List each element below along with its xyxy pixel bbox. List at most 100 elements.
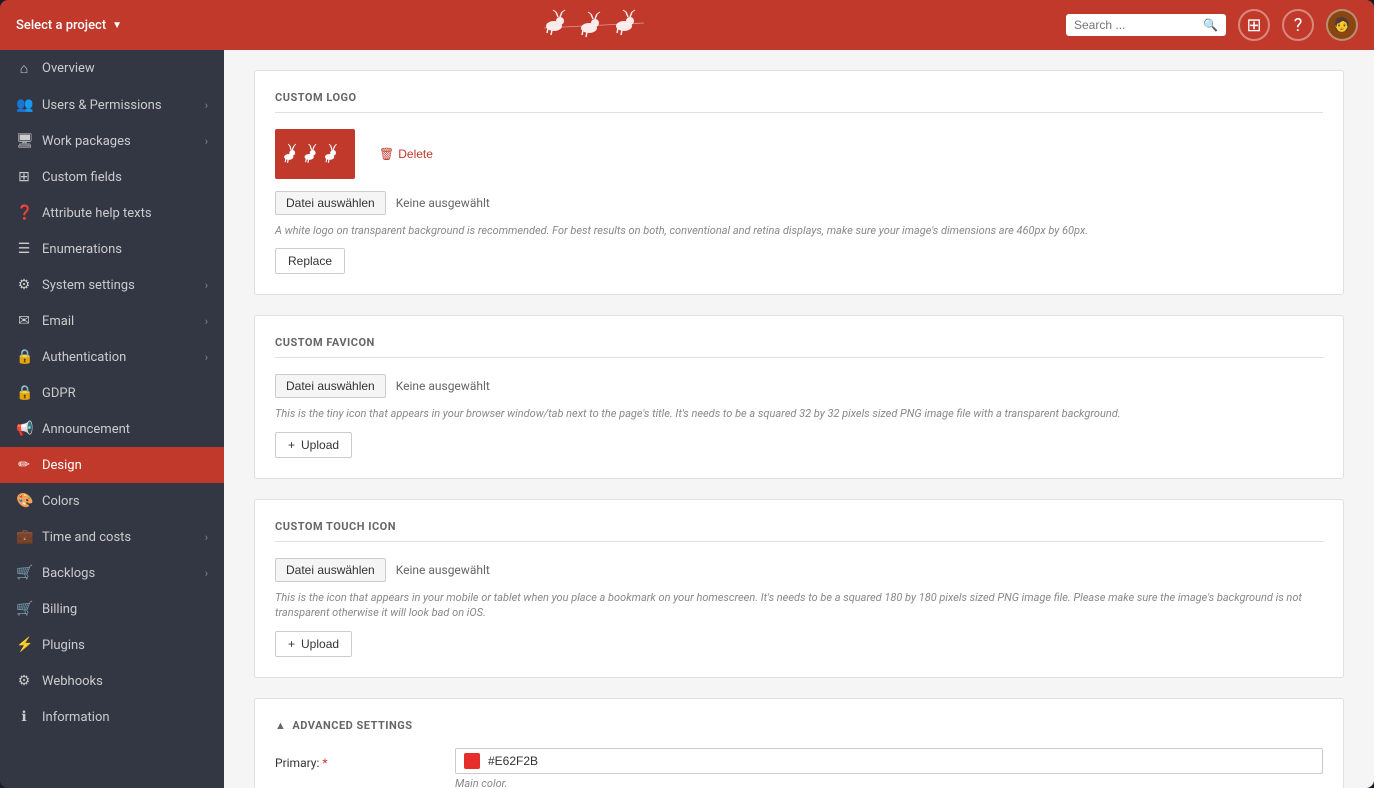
plugin-icon: ⚡ — [16, 637, 32, 653]
pencil-icon: ✏ — [16, 457, 32, 473]
sidebar-item-label: Custom fields — [42, 170, 208, 185]
sidebar-item-plugins[interactable]: ⚡ Plugins — [0, 627, 224, 663]
sidebar-item-label: Email — [42, 314, 195, 329]
custom-favicon-section: CUSTOM FAVICON Datei auswählen Keine aus… — [254, 315, 1344, 478]
sidebar-item-attribute-help-texts[interactable]: ❓ Attribute help texts — [0, 195, 224, 231]
palette-icon: 🎨 — [16, 493, 32, 509]
chevron-down-icon: ▼ — [112, 20, 122, 31]
sidebar-item-label: GDPR — [42, 386, 208, 401]
plus-icon: + — [288, 637, 295, 651]
sidebar-item-label: Time and costs — [42, 530, 195, 545]
sidebar-item-label: Announcement — [42, 422, 208, 437]
monitor-icon: 🖥 — [16, 133, 32, 149]
gear-icon: ⚙ — [16, 277, 32, 293]
sidebar-item-announcement[interactable]: 📢 Announcement — [0, 411, 224, 447]
sidebar-item-label: Authentication — [42, 350, 195, 365]
sidebar-item-colors[interactable]: 🎨 Colors — [0, 483, 224, 519]
choose-favicon-file-button[interactable]: Datei auswählen — [275, 374, 386, 398]
sidebar-item-backlogs[interactable]: 🛒 Backlogs › — [0, 555, 224, 591]
help-circle-icon: ❓ — [16, 205, 32, 221]
sidebar-item-label: Overview — [42, 61, 208, 76]
arrow-icon: › — [205, 351, 208, 364]
touch-icon-file-name-label: Keine ausgewählt — [396, 563, 490, 577]
sidebar-item-work-packages[interactable]: 🖥 Work packages › — [0, 123, 224, 159]
primary-color-swatch[interactable] — [464, 753, 480, 769]
sidebar-item-label: Enumerations — [42, 242, 208, 257]
file-name-label: Keine ausgewählt — [396, 196, 490, 210]
project-selector[interactable]: Select a project ▼ — [16, 18, 122, 33]
sidebar-item-users-permissions[interactable]: 👥 Users & Permissions › — [0, 87, 224, 123]
list-icon: ☰ — [16, 241, 32, 257]
sidebar-item-label: Users & Permissions — [42, 98, 195, 113]
primary-color-row: Primary: * Main color. — [275, 748, 1323, 788]
required-marker: * — [322, 756, 327, 770]
choose-touch-icon-file-button[interactable]: Datei auswählen — [275, 558, 386, 582]
sidebar-item-enumerations[interactable]: ☰ Enumerations — [0, 231, 224, 267]
sidebar-item-overview[interactable]: ⌂ Overview — [0, 50, 224, 87]
sidebar-item-design[interactable]: ✏ Design — [0, 447, 224, 483]
sidebar-item-email[interactable]: ✉ Email › — [0, 303, 224, 339]
primary-color-input[interactable] — [488, 754, 1314, 768]
touch-icon-hint: This is the icon that appears in your mo… — [275, 590, 1323, 621]
briefcase-icon: 💼 — [16, 529, 32, 545]
app-wrapper: Select a project ▼ — [0, 0, 1374, 788]
top-bar: Select a project ▼ — [0, 0, 1374, 50]
logo-row: 🗑 Delete — [275, 129, 1323, 179]
advanced-settings-section: ▲ ADVANCED SETTINGS Primary: * Main colo… — [254, 698, 1344, 788]
logo-area — [534, 8, 654, 43]
grid-icon: ⊞ — [16, 169, 32, 185]
search-icon: 🔍 — [1203, 18, 1218, 32]
sidebar-item-billing[interactable]: 🛒 Billing — [0, 591, 224, 627]
favicon-file-row: Datei auswählen Keine ausgewählt — [275, 374, 1323, 398]
sidebar-item-authentication[interactable]: 🔒 Authentication › — [0, 339, 224, 375]
grid-icon[interactable]: ⊞ — [1238, 9, 1270, 41]
help-icon[interactable]: ? — [1282, 9, 1314, 41]
webhook-icon: ⚙ — [16, 673, 32, 689]
users-icon: 👥 — [16, 97, 32, 113]
sidebar-item-label: Design — [42, 458, 208, 473]
search-input[interactable] — [1074, 18, 1197, 32]
replace-button[interactable]: Replace — [275, 248, 345, 274]
home-icon: ⌂ — [16, 60, 32, 77]
primary-color-label: Primary: * — [275, 748, 435, 770]
upload-favicon-button[interactable]: + Upload — [275, 432, 352, 458]
trash-icon: 🗑 — [379, 147, 394, 161]
arrow-icon: › — [205, 315, 208, 328]
brand-logo — [534, 8, 654, 38]
search-box[interactable]: 🔍 — [1066, 14, 1226, 36]
logo-preview-svg — [280, 134, 350, 174]
sidebar-item-information[interactable]: ℹ Information — [0, 699, 224, 735]
top-bar-right: 🔍 ⊞ ? 🧑 — [1066, 9, 1358, 41]
custom-favicon-title: CUSTOM FAVICON — [275, 336, 1323, 358]
logo-hint: A white logo on transparent background i… — [275, 223, 1323, 238]
custom-logo-title: CUSTOM LOGO — [275, 91, 1323, 113]
favicon-hint: This is the tiny icon that appears in yo… — [275, 406, 1323, 421]
sidebar-item-gdpr[interactable]: 🔒 GDPR — [0, 375, 224, 411]
chevron-up-icon: ▲ — [275, 719, 286, 732]
content-area: CUSTOM LOGO — [224, 50, 1374, 788]
primary-color-group: Main color. — [455, 748, 1323, 788]
custom-touch-icon-title: CUSTOM TOUCH ICON — [275, 520, 1323, 542]
sidebar-item-system-settings[interactable]: ⚙ System settings › — [0, 267, 224, 303]
choose-file-button[interactable]: Datei auswählen — [275, 191, 386, 215]
info-icon: ℹ — [16, 709, 32, 725]
main-layout: ⌂ Overview 👥 Users & Permissions › 🖥 Wor… — [0, 50, 1374, 788]
sidebar-item-label: Colors — [42, 494, 208, 509]
sidebar-item-label: System settings — [42, 278, 195, 293]
announcement-icon: 📢 — [16, 421, 32, 437]
sidebar-item-webhooks[interactable]: ⚙ Webhooks — [0, 663, 224, 699]
delete-logo-button[interactable]: 🗑 Delete — [371, 143, 441, 165]
sidebar-item-custom-fields[interactable]: ⊞ Custom fields — [0, 159, 224, 195]
sidebar-item-time-costs[interactable]: 💼 Time and costs › — [0, 519, 224, 555]
sidebar-item-label: Work packages — [42, 134, 195, 149]
arrow-icon: › — [205, 99, 208, 112]
arrow-icon: › — [205, 279, 208, 292]
advanced-settings-header[interactable]: ▲ ADVANCED SETTINGS — [275, 719, 1323, 732]
avatar[interactable]: 🧑 — [1326, 9, 1358, 41]
sidebar: ⌂ Overview 👥 Users & Permissions › 🖥 Wor… — [0, 50, 224, 788]
arrow-icon: › — [205, 531, 208, 544]
lock-icon: 🔒 — [16, 385, 32, 401]
logo-file-row: Datei auswählen Keine ausgewählt — [275, 191, 1323, 215]
upload-touch-icon-button[interactable]: + Upload — [275, 631, 352, 657]
sidebar-item-label: Billing — [42, 602, 208, 617]
